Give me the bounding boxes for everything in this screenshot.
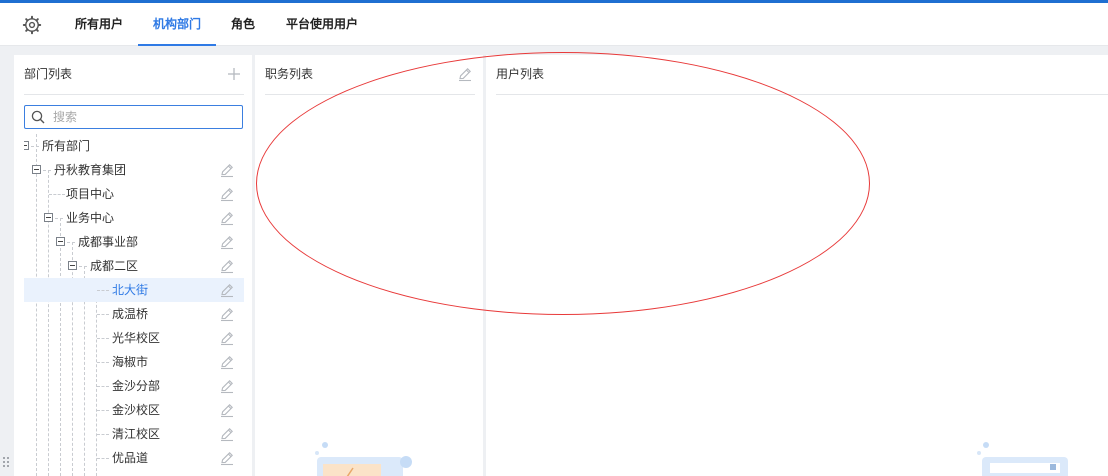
tree-node-label: 成都事业部 [78,235,139,249]
tree-connector [97,410,109,411]
department-panel-header: 部门列表 [24,55,244,95]
collapse-toggle[interactable] [24,141,29,150]
department-panel-title: 部门列表 [24,67,73,81]
tree-node[interactable]: 成温桥 [24,302,244,326]
search-icon [31,110,45,124]
tree-node-selected[interactable]: 北大街 [24,278,244,302]
empty-state-illustration [977,442,1068,476]
user-panel: 用户列表 [486,55,1108,476]
tree-node[interactable]: 海椒市 [24,350,244,374]
department-search-input[interactable] [53,108,233,126]
tree-node-label: 海椒市 [112,355,149,369]
edit-icon[interactable] [219,402,235,418]
tree-connector [97,434,109,435]
tree-node-label: 金沙校区 [112,403,161,417]
position-panel-title: 职务列表 [265,67,314,81]
tree-node[interactable]: 业务中心 [24,206,244,230]
edit-icon[interactable] [219,282,235,298]
tree-node-label: 项目中心 [66,187,115,201]
tree-node-label: 光华校区 [112,331,161,345]
tree-node[interactable]: 所有部门 [24,134,244,158]
edit-icon[interactable] [219,354,235,370]
tree-connector [97,458,109,459]
tree-node-label: 北大街 [112,283,149,297]
tab-platform-users[interactable]: 平台使用用户 [280,3,364,45]
tree-node-label: 所有部门 [42,139,91,153]
tree-node[interactable]: 成都事业部 [24,230,244,254]
tree-node[interactable]: 金沙校区 [24,398,244,422]
edit-icon[interactable] [219,258,235,274]
drag-handle-icon[interactable] [2,456,10,470]
position-panel-header: 职务列表 [265,55,475,95]
add-icon[interactable] [226,66,242,82]
collapse-toggle[interactable] [44,213,53,222]
tree-connector [79,266,87,267]
department-panel: 部门列表 所有部门 丹秋教育集团 [14,55,252,476]
tree-node[interactable]: 清江校区 [24,422,244,446]
tree-node-label: 清江校区 [112,427,161,441]
user-panel-title: 用户列表 [496,67,545,81]
edit-icon[interactable] [219,378,235,394]
edit-icon[interactable] [219,426,235,442]
tree-connector [55,218,63,219]
tree-connector [43,170,51,171]
position-panel: 职务列表 [255,55,483,476]
edit-icon[interactable] [219,234,235,250]
empty-state-illustration [315,442,412,476]
tree-node-label: 丹秋教育集团 [54,163,127,177]
tree-connector [67,242,75,243]
tree-node[interactable]: 金沙分部 [24,374,244,398]
edit-icon[interactable] [219,186,235,202]
collapse-toggle[interactable] [32,165,41,174]
edit-icon[interactable] [219,330,235,346]
tree-connector [31,146,39,147]
department-search [24,105,243,129]
tree-node-label: 业务中心 [66,211,115,225]
tab-all-users[interactable]: 所有用户 [68,3,130,45]
user-panel-header: 用户列表 [496,55,1108,95]
tree-node-label: 优品道 [112,451,149,465]
tree-node[interactable]: 优品道 [24,446,244,470]
edit-icon[interactable] [219,306,235,322]
collapse-toggle[interactable] [68,261,77,270]
edit-icon[interactable] [219,450,235,466]
tree-node-label: 成温桥 [112,307,149,321]
tree-connector [97,386,109,387]
edit-icon[interactable] [219,162,235,178]
department-tree: 所有部门 丹秋教育集团 项目中心 业务中心 成都事业部 成都二区 北大街 成温桥… [24,134,244,476]
tree-connector [97,338,109,339]
tree-node[interactable]: 项目中心 [24,182,244,206]
gear-icon[interactable] [22,15,42,35]
tree-connector [97,362,109,363]
edit-icon[interactable] [219,210,235,226]
tree-node[interactable]: 成都二区 [24,254,244,278]
tree-node[interactable]: 丹秋教育集团 [24,158,244,182]
tree-node-label: 金沙分部 [112,379,161,393]
tree-connector [97,290,109,291]
tree-node-label: 成都二区 [90,259,139,273]
collapse-toggle[interactable] [56,237,65,246]
tree-connector [97,314,109,315]
tab-departments[interactable]: 机构部门 [138,3,216,46]
tab-roles[interactable]: 角色 [226,3,260,45]
top-navbar: 所有用户 机构部门 角色 平台使用用户 [0,3,1108,46]
edit-icon[interactable] [457,66,473,82]
tree-node[interactable]: 光华校区 [24,326,244,350]
tree-connector [49,194,65,195]
